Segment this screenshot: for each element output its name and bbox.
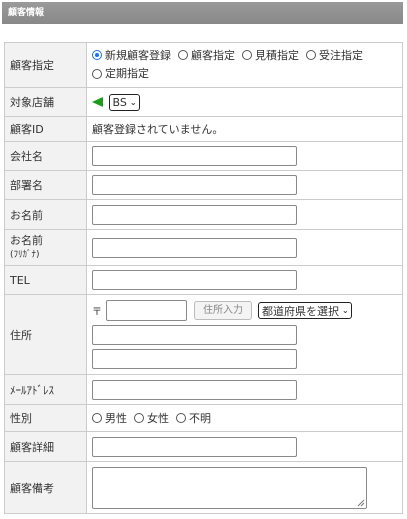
radio-icon (306, 50, 316, 60)
row-tel: TEL (4, 265, 403, 295)
address-line2-input[interactable] (92, 349, 297, 369)
label-department: 部署名 (4, 170, 87, 200)
label-gender: 性別 (4, 404, 87, 432)
customer-id-value: 顧客登録されていません。 (86, 116, 403, 142)
radio-customer-select[interactable]: 顧客指定 (178, 47, 235, 64)
row-detail: 顧客詳細 (4, 431, 403, 462)
label-detail: 顧客詳細 (4, 431, 87, 462)
row-remarks: 顧客備考 (4, 461, 403, 514)
radio-icon (178, 50, 188, 60)
radio-new-customer[interactable]: 新規顧客登録 (92, 47, 171, 64)
name-input[interactable] (92, 204, 297, 225)
row-department: 部署名 (4, 170, 403, 200)
label-customer-id: 顧客ID (4, 116, 87, 142)
radio-estimate-select[interactable]: 見積指定 (242, 47, 299, 64)
chevron-down-icon: ⌄ (342, 306, 349, 315)
row-customer-id: 顧客ID 顧客登録されていません。 (4, 116, 403, 142)
row-address: 住所 〒 住所入力 都道府県を選択 ⌄ (4, 294, 403, 375)
store-select[interactable]: BS ⌄ (108, 93, 140, 111)
remarks-textarea[interactable] (92, 466, 367, 509)
row-gender: 性別 男性 女性 不明 (4, 404, 403, 432)
customer-info-table: 顧客指定 新規顧客登録 顧客指定 見積指定 受注指定 定期指定 対象店舗 BS ⌄ 顧客… (4, 42, 403, 514)
row-company: 会社名 (4, 141, 403, 171)
section-header: 顧客情報 (2, 2, 403, 24)
gender-radios: 男性 女性 不明 (86, 404, 403, 432)
radio-icon (176, 413, 186, 423)
green-flag-icon (92, 97, 103, 107)
postal-code-input[interactable] (106, 300, 187, 321)
prefecture-select[interactable]: 都道府県を選択 ⌄ (258, 302, 352, 319)
address-line1-input[interactable] (92, 325, 297, 345)
radio-icon (92, 68, 102, 79)
company-input[interactable] (92, 146, 297, 166)
address-lookup-button[interactable]: 住所入力 (194, 301, 252, 320)
row-customer-select: 顧客指定 新規顧客登録 顧客指定 見積指定 受注指定 定期指定 (4, 42, 403, 88)
label-name: お名前 (4, 199, 87, 230)
email-input[interactable] (92, 379, 297, 400)
label-remarks: 顧客備考 (4, 461, 87, 514)
label-tel: TEL (4, 265, 87, 295)
radio-unknown[interactable]: 不明 (176, 410, 211, 426)
radio-male[interactable]: 男性 (92, 410, 127, 426)
radio-female[interactable]: 女性 (134, 410, 169, 426)
detail-input[interactable] (92, 436, 297, 457)
label-customer-select: 顧客指定 (4, 42, 87, 88)
radio-icon (92, 413, 102, 423)
chevron-down-icon: ⌄ (129, 97, 137, 107)
label-email: ﾒｰﾙｱﾄﾞﾚｽ (4, 374, 87, 405)
tel-input[interactable] (92, 270, 297, 290)
radio-checked-icon (92, 50, 102, 60)
label-store: 対象店舗 (4, 87, 87, 117)
label-name-kana: お名前 (ﾌﾘｶﾞﾅ) (4, 229, 87, 266)
radio-order-select[interactable]: 受注指定 (306, 47, 363, 64)
radio-icon (134, 413, 144, 423)
label-company: 会社名 (4, 141, 87, 171)
row-email: ﾒｰﾙｱﾄﾞﾚｽ (4, 374, 403, 405)
row-store: 対象店舗 BS ⌄ (4, 87, 403, 117)
department-input[interactable] (92, 175, 297, 195)
postal-mark: 〒 (92, 307, 102, 318)
label-address: 住所 (4, 294, 87, 375)
row-name-kana: お名前 (ﾌﾘｶﾞﾅ) (4, 229, 403, 266)
customer-select-radios: 新規顧客登録 顧客指定 見積指定 受注指定 定期指定 (86, 42, 403, 88)
name-kana-input[interactable] (92, 237, 297, 258)
resize-grip-icon[interactable] (357, 499, 365, 507)
radio-icon (242, 50, 252, 60)
row-name: お名前 (4, 199, 403, 230)
radio-subscription-select[interactable]: 定期指定 (92, 65, 149, 82)
